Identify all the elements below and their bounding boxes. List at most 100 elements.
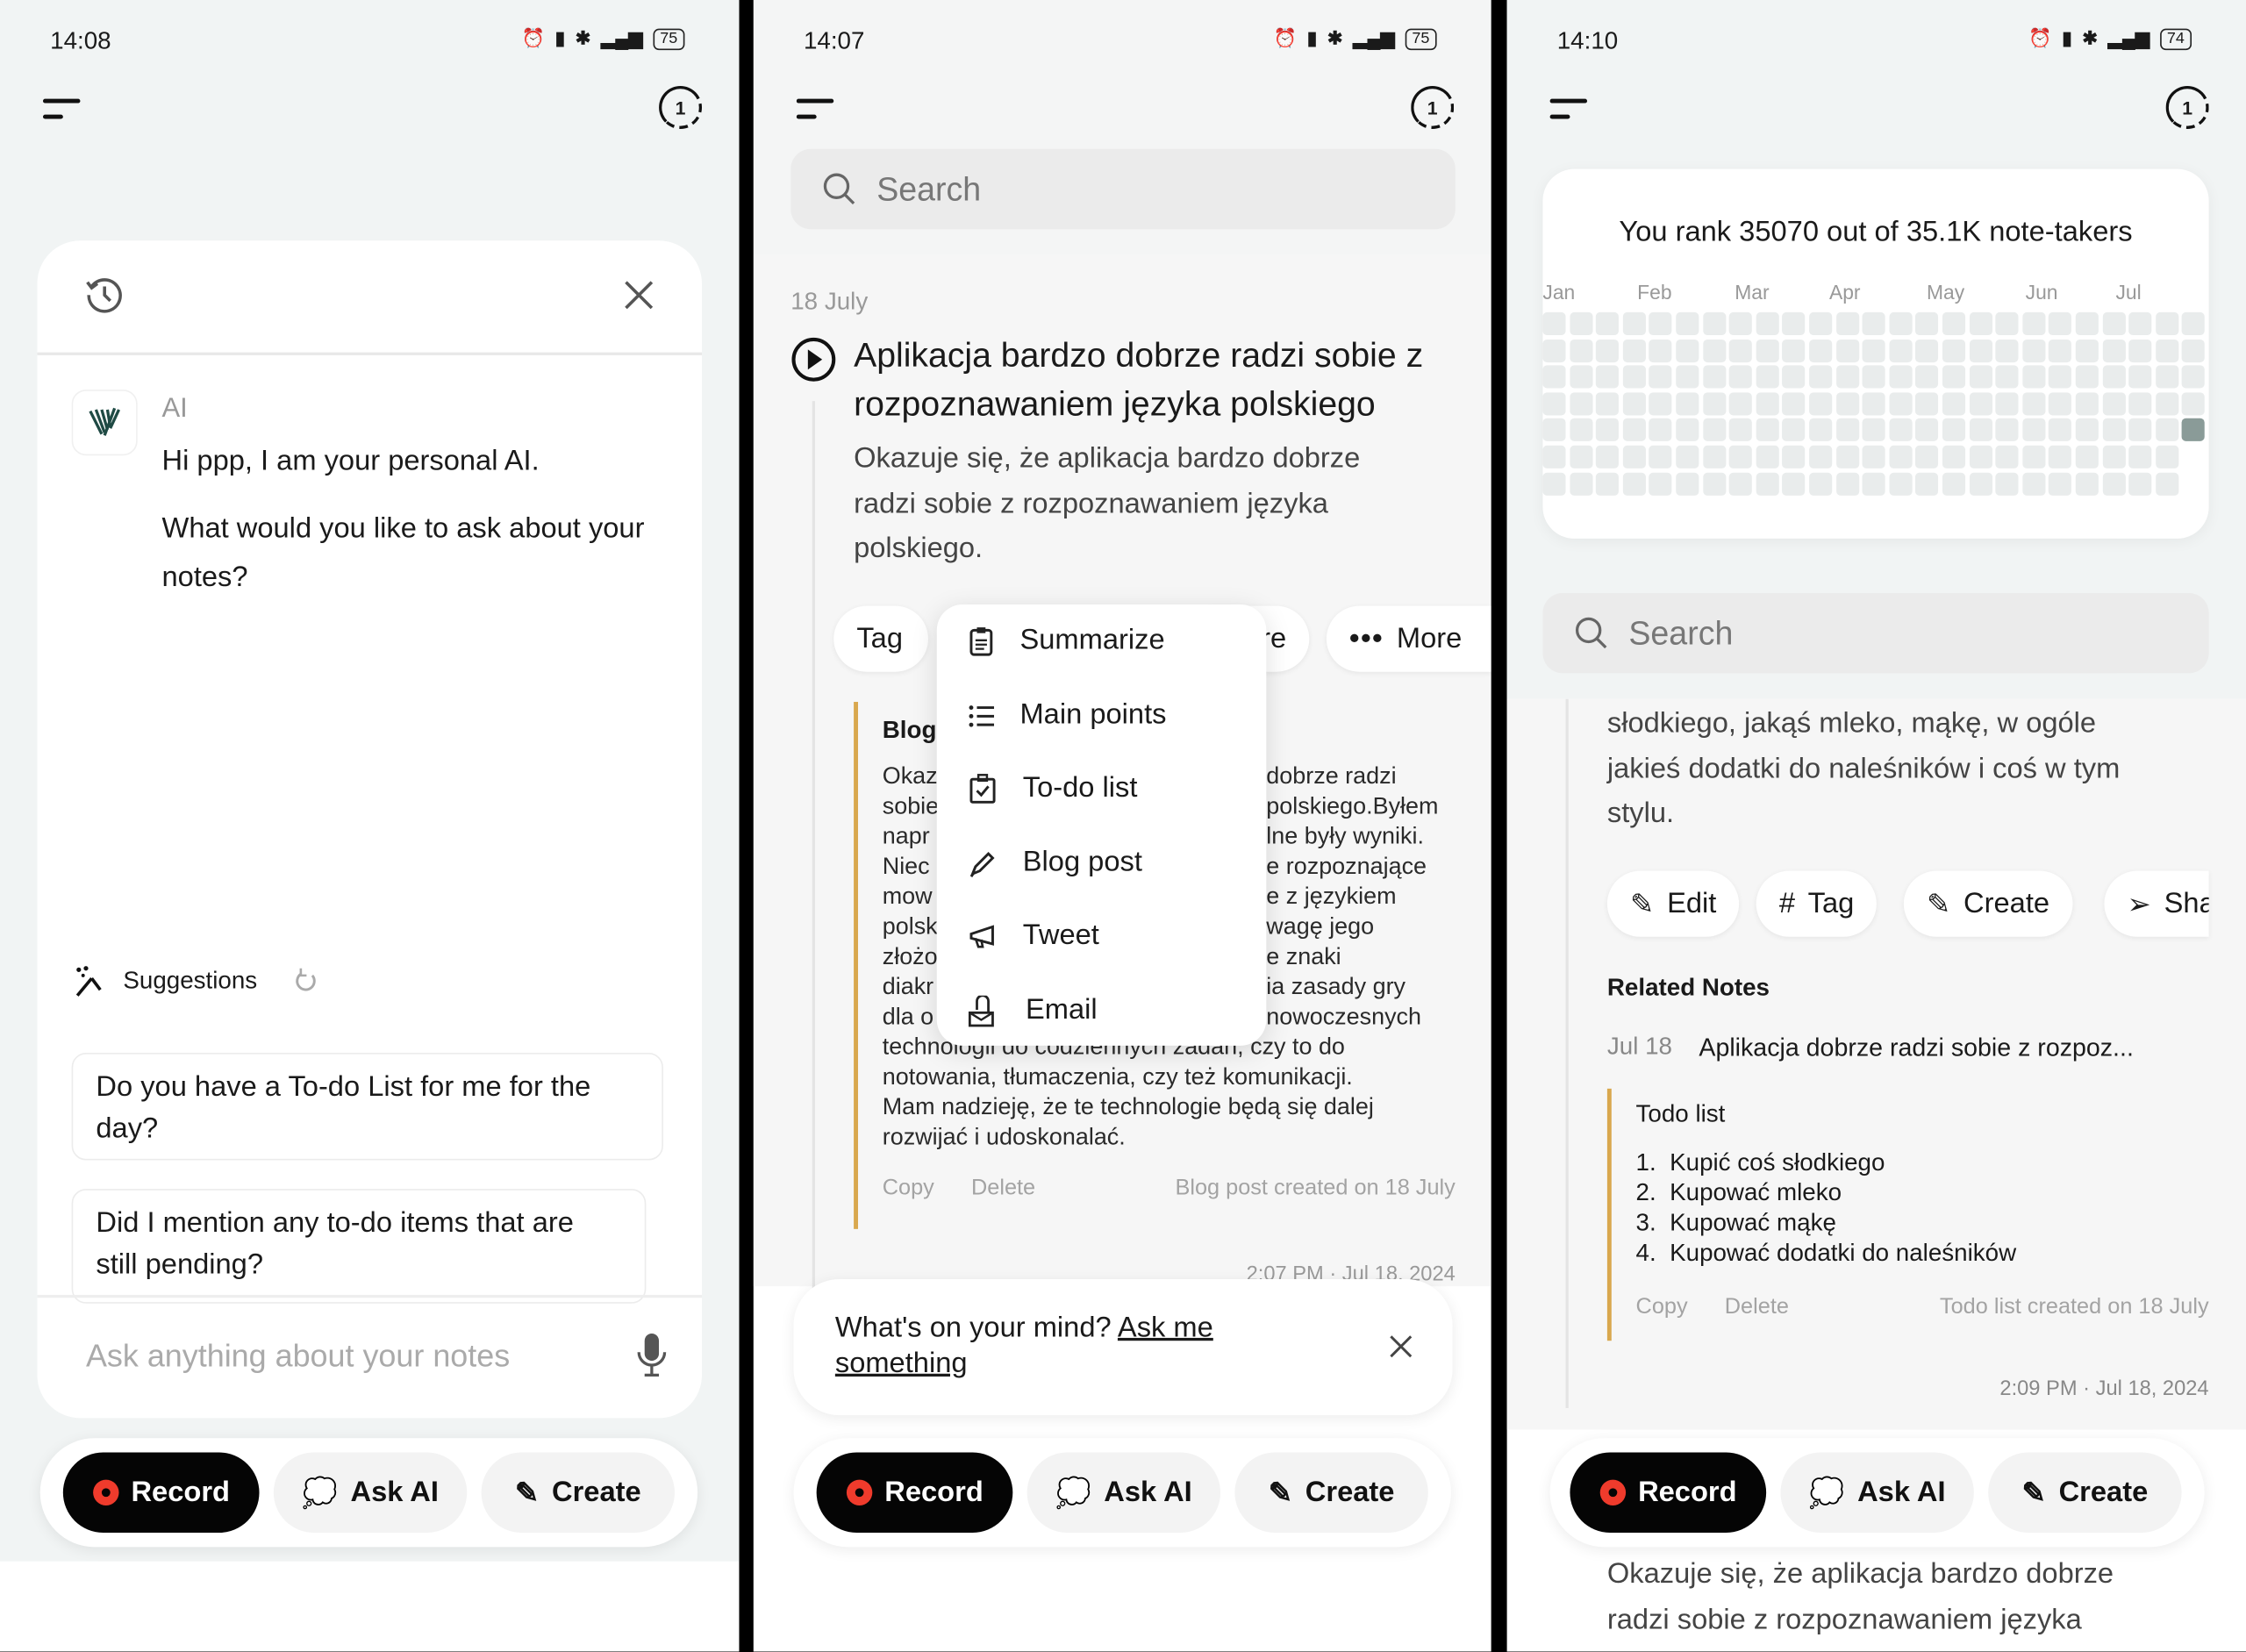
menu-item-email[interactable]: Email	[968, 994, 1098, 1027]
copy-link[interactable]: Copy	[883, 1176, 934, 1201]
heatmap-cell	[1835, 418, 1859, 442]
heatmap-cell	[1835, 392, 1859, 416]
ask-ai-button[interactable]: 💭 Ask AI	[1026, 1452, 1221, 1533]
create-button[interactable]: ✎ Create	[1988, 1452, 2182, 1533]
ask-prompt-card: What's on your mind? Ask me something	[793, 1279, 1453, 1416]
copy-link[interactable]: Copy	[1636, 1295, 1688, 1320]
vibrate-icon: ▮	[554, 27, 566, 49]
close-icon[interactable]	[1390, 1335, 1413, 1358]
note-title[interactable]: Aplikacja bardzo dobrze radzi sobie z ro…	[854, 333, 1456, 430]
refresh-icon[interactable]	[292, 967, 318, 996]
heatmap-cell	[1969, 365, 1992, 389]
menu-icon[interactable]	[42, 97, 83, 123]
blog-line-right: e znaki	[1266, 943, 1341, 970]
heatmap-cell	[1702, 445, 1726, 468]
heatmap-cell	[1915, 472, 1939, 496]
chat-bubble-icon: 💭	[302, 1477, 338, 1510]
tag-chip[interactable]: Tag	[833, 605, 928, 672]
heatmap-cell	[1702, 365, 1726, 389]
ask-ai-button[interactable]: 💭 Ask AI	[273, 1452, 468, 1533]
heatmap-cell	[1542, 339, 1566, 362]
menu-icon[interactable]	[1549, 97, 1591, 123]
timer-icon[interactable]: 1	[659, 85, 703, 129]
alarm-icon: ⏰	[2028, 27, 2052, 49]
heatmap-cell	[1728, 472, 1753, 496]
menu-item-todo-list[interactable]: To-do list	[969, 772, 1137, 805]
record-dot-icon	[1599, 1479, 1626, 1505]
timer-icon[interactable]: 1	[1411, 85, 1455, 129]
menu-icon[interactable]	[796, 97, 837, 123]
microphone-icon[interactable]	[636, 1332, 668, 1377]
record-button[interactable]: Record	[62, 1452, 260, 1533]
battery-icon: 75	[653, 27, 685, 50]
heatmap-cell	[1649, 311, 1672, 336]
history-icon[interactable]	[84, 275, 125, 315]
heatmap-cell	[1649, 418, 1672, 442]
create-chip[interactable]: ✎ Create	[1903, 870, 2073, 937]
heatmap-cell	[1782, 418, 1806, 442]
search-icon	[1575, 617, 1607, 649]
share-chip[interactable]: ➢Sha	[2104, 870, 2209, 937]
create-button[interactable]: ✎ Create	[481, 1452, 676, 1533]
heatmap-cell	[1596, 365, 1620, 389]
create-button[interactable]: ✎ Create	[1234, 1452, 1428, 1533]
blog-line-left: Okaz	[882, 763, 938, 790]
heatmap-cell	[2155, 445, 2179, 468]
vibrate-icon: ▮	[2062, 27, 2072, 49]
suggestion-item[interactable]: Did I mention any to-do items that are s…	[71, 1189, 647, 1304]
edit-chip[interactable]: ✎ Edit	[1606, 870, 1740, 937]
heatmap-cell	[1782, 339, 1806, 362]
divider	[37, 352, 703, 355]
ask-ai-button[interactable]: 💭 Ask AI	[1780, 1452, 1974, 1533]
menu-item-blog-post[interactable]: Blog post	[969, 847, 1142, 880]
play-icon[interactable]	[790, 337, 836, 383]
heatmap-cell	[2182, 339, 2206, 362]
heatmap-cell	[1728, 311, 1753, 336]
signal-icon: ▂▄▆	[600, 27, 643, 49]
heatmap-cell	[1676, 472, 1699, 496]
heatmap-cell	[1569, 339, 1592, 362]
heatmap-cell	[1862, 392, 1885, 416]
menu-item-main-points[interactable]: Main points	[969, 699, 1166, 733]
heatmap-cell	[1862, 339, 1885, 362]
heatmap-cell	[1649, 365, 1672, 389]
heatmap-cell	[1835, 339, 1859, 362]
record-button[interactable]: Record	[816, 1452, 1013, 1533]
ask-input[interactable]: Ask anything about your notes	[86, 1332, 616, 1386]
heatmap-cell	[1569, 392, 1592, 416]
blog-line-left: mow	[882, 883, 933, 910]
close-icon[interactable]	[623, 279, 654, 311]
heatmap-cell	[1756, 339, 1779, 362]
heatmap-cell	[2075, 418, 2099, 442]
edit-icon: ✎	[1630, 889, 1655, 921]
related-note-link[interactable]: Aplikacja dobrze radzi sobie z rozpoz...	[1699, 1033, 2133, 1062]
month-label: May	[1926, 281, 1965, 304]
delete-link[interactable]: Delete	[1725, 1295, 1789, 1320]
note-preview: Okazuje się, że aplikacja bardzo dobrze …	[1606, 1558, 2114, 1635]
checklist-icon	[969, 773, 996, 803]
delete-link[interactable]: Delete	[971, 1176, 1035, 1201]
related-notes-title: Related Notes	[1606, 974, 1770, 1002]
heatmap-cell	[1542, 365, 1566, 389]
menu-item-summarize[interactable]: Summarize	[969, 625, 1165, 658]
create-pen-icon: ✎	[514, 1477, 540, 1510]
battery-icon: 74	[2159, 27, 2192, 50]
heatmap-cell	[1995, 392, 2019, 416]
heatmap-cell	[1889, 445, 1913, 468]
bluetooth-icon: ✱	[1327, 27, 1343, 49]
search-input[interactable]: Search	[790, 148, 1456, 230]
heatmap-cell	[2102, 392, 2126, 416]
search-input[interactable]: Search	[1542, 592, 2209, 674]
timeline-line	[1565, 698, 1569, 1408]
heatmap-cell	[1649, 392, 1672, 416]
suggestion-item[interactable]: Do you have a To-do List for me for the …	[71, 1053, 663, 1161]
more-chip[interactable]: ••• More	[1326, 605, 1491, 672]
record-button[interactable]: Record	[1570, 1452, 1767, 1533]
timer-icon[interactable]: 1	[2165, 85, 2209, 129]
ask-input-placeholder: Ask anything about your notes	[85, 1337, 511, 1374]
heatmap-cell	[1995, 339, 2019, 362]
heatmap-cell	[1782, 392, 1806, 416]
menu-item-tweet[interactable]: Tweet	[969, 919, 1099, 953]
tag-chip[interactable]: # Tag	[1756, 870, 1878, 937]
heatmap-cell	[1649, 445, 1672, 468]
